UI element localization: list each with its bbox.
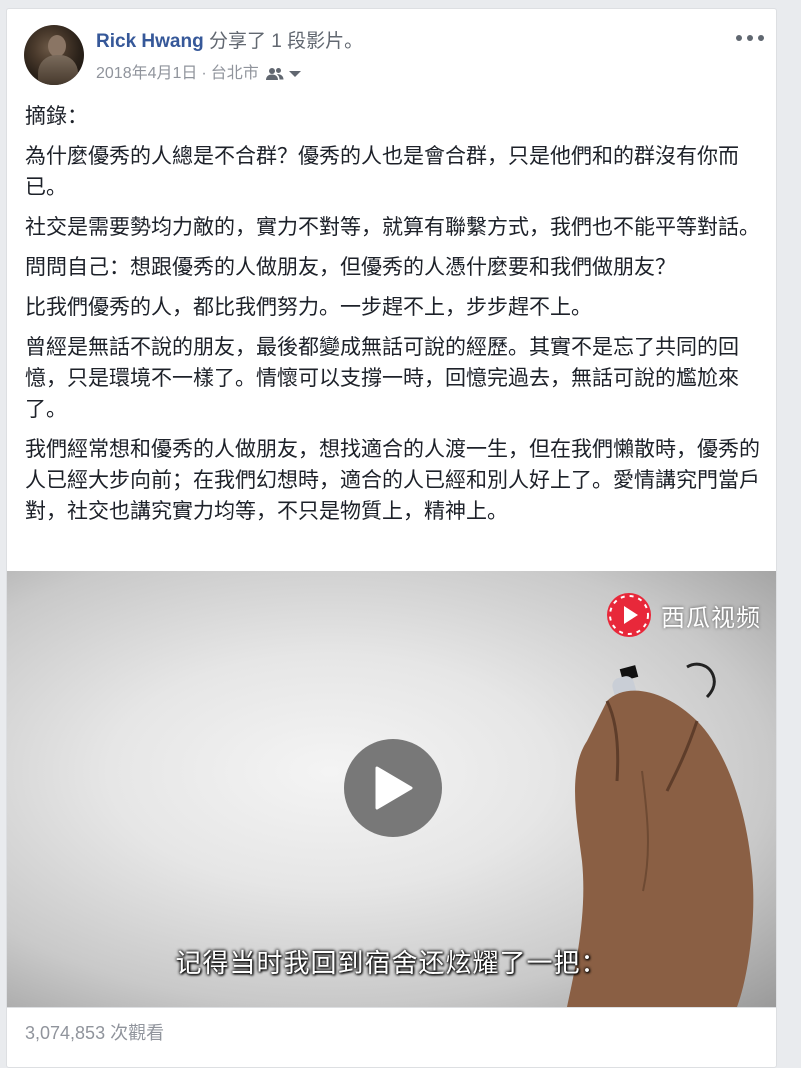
post-meta: 2018年4月1日 · 台北市: [96, 63, 302, 85]
post-card: Rick Hwang 分享了 1 段影片。 2018年4月1日 · 台北市 摘錄…: [6, 8, 777, 1068]
post-paragraph: 社交是需要勢均力敵的，實力不對等，就算有聯繫方式，我們也不能平等對話。: [25, 216, 760, 239]
view-count: 3,074,853 次觀看: [25, 1023, 165, 1043]
post-header: Rick Hwang 分享了 1 段影片。: [96, 29, 363, 55]
post-location[interactable]: 台北市: [211, 63, 259, 85]
post-date[interactable]: 2018年4月1日: [96, 63, 197, 85]
play-icon: [375, 766, 413, 810]
author-name[interactable]: Rick Hwang: [96, 31, 204, 52]
avatar-head: [48, 35, 66, 57]
play-button[interactable]: [344, 739, 442, 837]
post-paragraph: 摘錄：: [25, 105, 88, 128]
xigua-watermark-text: 西瓜视频: [661, 604, 761, 632]
divider: [7, 1007, 776, 1008]
more-dot-icon: [736, 35, 742, 41]
post-paragraph: 比我們優秀的人，都比我們努力。一步趕不上，步步趕不上。: [25, 296, 592, 319]
video-subtitle: 记得当时我回到宿舍还炫耀了一把：: [175, 948, 608, 978]
post-paragraph: 曾經是無話不說的朋友，最後都變成無話可說的經歷。其實不是忘了共同的回憶，只是環境…: [25, 336, 739, 421]
more-dot-icon: [747, 35, 753, 41]
chevron-down-icon: [288, 71, 301, 77]
more-options-button[interactable]: [736, 31, 764, 45]
post-body: 摘錄： 為什麼優秀的人總是不合群？優秀的人也是會合群，只是他們和的群沒有你而已。…: [25, 101, 765, 536]
more-dot-icon: [758, 35, 764, 41]
avatar-body: [38, 55, 78, 85]
post-paragraph: 問問自己：想跟優秀的人做朋友，但優秀的人憑什麼要和我們做朋友？: [25, 256, 676, 279]
post-paragraph: 我們經常想和優秀的人做朋友，想找適合的人渡一生，但在我們懶散時，優秀的人已經大步…: [25, 438, 760, 523]
xigua-watermark: 西瓜视频: [607, 593, 761, 637]
video-player[interactable]: 西瓜视频 记得当时我回到宿舍还炫耀了一把：: [7, 571, 776, 1007]
audience-selector[interactable]: [265, 67, 302, 81]
post-paragraph: 為什麼優秀的人總是不合群？優秀的人也是會合群，只是他們和的群沒有你而已。: [25, 145, 739, 199]
meta-separator: ·: [201, 65, 207, 82]
avatar[interactable]: [24, 25, 84, 85]
xigua-logo-icon: [607, 593, 651, 637]
friends-icon: [265, 68, 284, 80]
post-action-text: 分享了 1 段影片。: [208, 31, 364, 52]
